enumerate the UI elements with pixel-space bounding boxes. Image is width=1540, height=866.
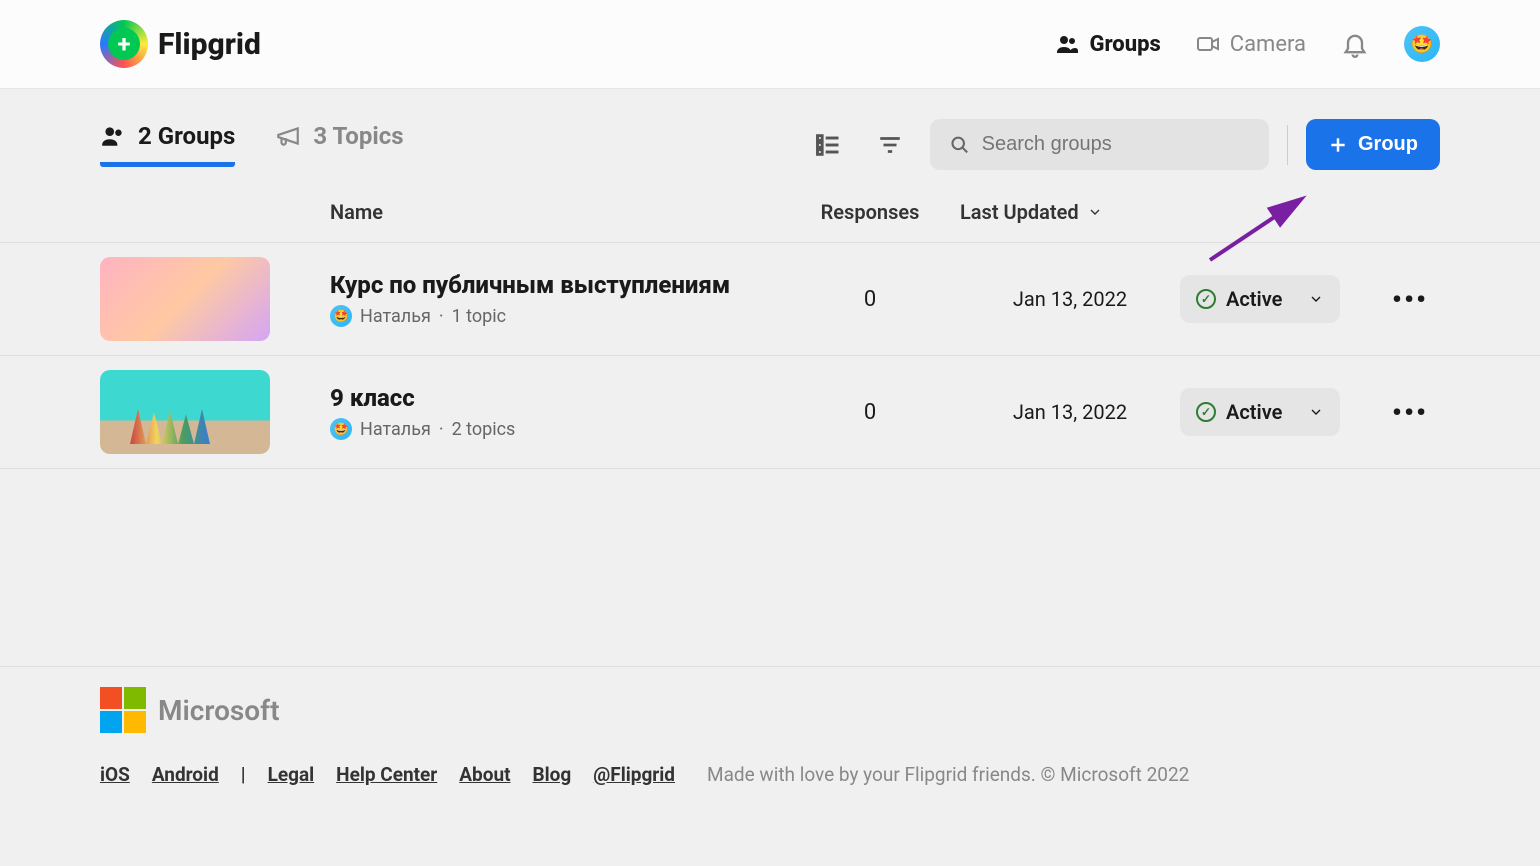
footer-ios[interactable]: iOS — [100, 763, 130, 786]
row-meta: 🤩 Наталья · 2 topics — [330, 418, 780, 440]
filter-icon — [877, 132, 903, 158]
filter-button[interactable] — [868, 123, 912, 167]
nav-camera-label: Camera — [1230, 32, 1306, 57]
row-title: Курс по публичным выступлениям — [330, 271, 780, 299]
footer-links: iOS Android | Legal Help Center About Bl… — [100, 763, 1440, 786]
toolbar: 2 Groups 3 Topics Group — [0, 89, 1540, 200]
header: + Flipgrid Groups Camera 🤩 — [0, 0, 1540, 89]
row-thumbnail — [100, 257, 270, 341]
tab-groups-label: 2 Groups — [138, 122, 235, 150]
more-button[interactable]: ••• — [1380, 283, 1440, 316]
search-icon — [950, 134, 970, 156]
megaphone-icon — [275, 123, 301, 149]
list-icon — [814, 131, 842, 159]
row-date: Jan 13, 2022 — [960, 400, 1180, 424]
logo-icon: + — [100, 20, 148, 68]
tab-groups[interactable]: 2 Groups — [100, 122, 235, 167]
row-meta: 🤩 Наталья · 1 topic — [330, 305, 780, 327]
row-date: Jan 13, 2022 — [960, 287, 1180, 311]
divider — [1287, 125, 1288, 165]
row-info: Курс по публичным выступлениям 🤩 Наталья… — [330, 271, 780, 327]
footer: Microsoft iOS Android | Legal Help Cente… — [0, 666, 1540, 806]
footer-legal[interactable]: Legal — [268, 763, 315, 786]
footer-separator: | — [241, 763, 246, 786]
nav-groups-label: Groups — [1089, 32, 1160, 57]
th-responses[interactable]: Responses — [780, 200, 960, 224]
status-dropdown[interactable]: ✓ Active — [1180, 388, 1340, 436]
create-group-button[interactable]: Group — [1306, 119, 1440, 170]
avatar-emoji: 🤩 — [1411, 34, 1433, 55]
footer-blog[interactable]: Blog — [533, 763, 572, 786]
th-last-updated-label: Last Updated — [960, 200, 1079, 224]
row-info: 9 класс 🤩 Наталья · 2 topics — [330, 384, 780, 440]
footer-tagline: Made with love by your Flipgrid friends.… — [707, 763, 1189, 786]
groups-icon — [100, 123, 126, 149]
groups-icon — [1055, 32, 1079, 56]
more-button[interactable]: ••• — [1380, 396, 1440, 429]
chevron-down-icon — [1308, 291, 1324, 307]
header-nav: Groups Camera 🤩 — [1055, 26, 1440, 62]
footer-handle[interactable]: @Flipgrid — [593, 763, 675, 786]
row-author: Наталья — [360, 419, 431, 440]
row-thumbnail — [100, 370, 270, 454]
table-row[interactable]: 9 класс 🤩 Наталья · 2 topics 0 Jan 13, 2… — [0, 356, 1540, 469]
search-input[interactable] — [982, 133, 1249, 156]
author-avatar: 🤩 — [330, 305, 352, 327]
status-label: Active — [1226, 400, 1282, 424]
view-list-button[interactable] — [806, 123, 850, 167]
table-row[interactable]: Курс по публичным выступлениям 🤩 Наталья… — [0, 243, 1540, 356]
author-avatar: 🤩 — [330, 418, 352, 440]
camera-icon — [1196, 32, 1220, 56]
status-label: Active — [1226, 287, 1282, 311]
table-header: Name Responses Last Updated — [0, 200, 1540, 243]
microsoft-text: Microsoft — [158, 694, 280, 727]
row-topic-count: 2 topics — [452, 419, 516, 440]
check-icon: ✓ — [1196, 402, 1216, 422]
footer-android[interactable]: Android — [152, 763, 219, 786]
nav-camera[interactable]: Camera — [1196, 32, 1306, 57]
check-icon: ✓ — [1196, 289, 1216, 309]
tab-topics[interactable]: 3 Topics — [275, 122, 403, 167]
plus-icon — [1328, 135, 1348, 155]
logo-text: Flipgrid — [158, 27, 261, 62]
th-last-updated[interactable]: Last Updated — [960, 200, 1180, 224]
footer-help[interactable]: Help Center — [336, 763, 437, 786]
nav-groups[interactable]: Groups — [1055, 32, 1160, 57]
microsoft-logo[interactable]: Microsoft — [100, 687, 1440, 733]
bell-icon[interactable] — [1341, 30, 1369, 58]
create-group-label: Group — [1358, 133, 1418, 156]
microsoft-icon — [100, 687, 146, 733]
tab-topics-label: 3 Topics — [313, 122, 403, 150]
row-responses: 0 — [780, 287, 960, 312]
logo[interactable]: + Flipgrid — [100, 20, 261, 68]
chevron-down-icon — [1308, 404, 1324, 420]
search-box[interactable] — [930, 119, 1269, 170]
chevron-down-icon — [1087, 204, 1103, 220]
status-dropdown[interactable]: ✓ Active — [1180, 275, 1340, 323]
avatar[interactable]: 🤩 — [1404, 26, 1440, 62]
row-title: 9 класс — [330, 384, 780, 412]
row-topic-count: 1 topic — [452, 306, 506, 327]
row-author: Наталья — [360, 306, 431, 327]
tabs: 2 Groups 3 Topics — [100, 122, 404, 167]
footer-about[interactable]: About — [459, 763, 510, 786]
toolbar-actions: Group — [806, 119, 1440, 170]
row-responses: 0 — [780, 400, 960, 425]
th-name[interactable]: Name — [330, 200, 780, 224]
